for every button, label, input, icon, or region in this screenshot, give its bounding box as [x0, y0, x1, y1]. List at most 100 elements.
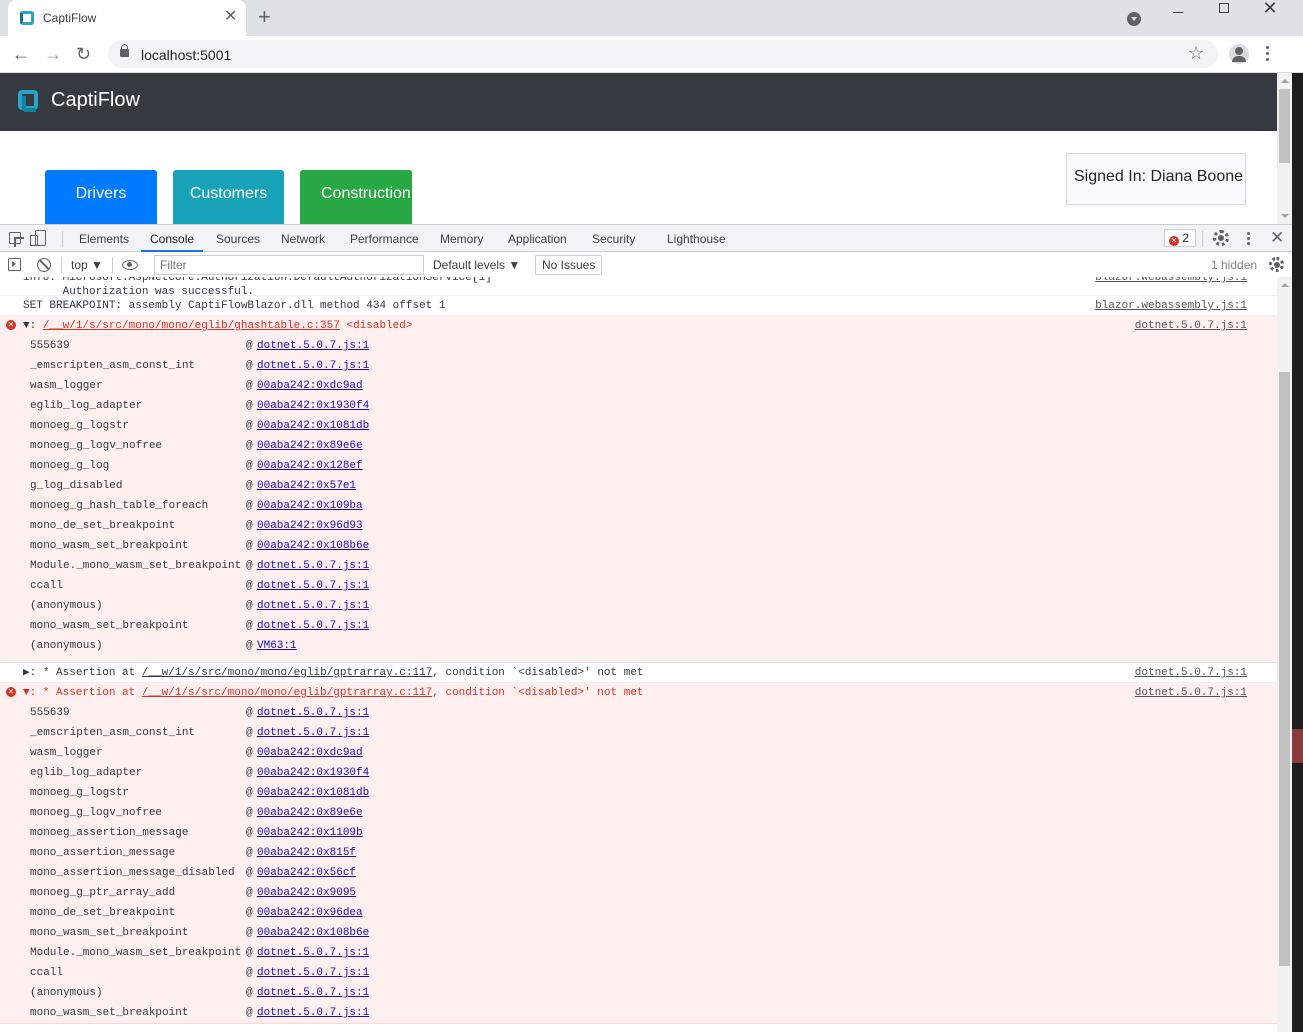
frame-location-link[interactable]: VM63:1 — [257, 636, 297, 656]
frame-location-link[interactable]: 00aba242:0x108b6e — [257, 923, 369, 943]
frame-location-link[interactable]: 00aba242:0x89e6e — [257, 436, 363, 456]
frame-location-link[interactable]: dotnet.5.0.7.js:1 — [257, 616, 369, 636]
frame-location-link[interactable]: 00aba242:0xdc9ad — [257, 376, 363, 396]
frame-location-link[interactable]: dotnet.5.0.7.js:1 — [257, 943, 369, 963]
minimize-button[interactable] — [1155, 0, 1201, 30]
tab-memory[interactable]: Memory — [440, 225, 483, 252]
source-link[interactable]: dotnet.5.0.7.js:1 — [1135, 316, 1247, 336]
tab-application[interactable]: Application — [508, 225, 567, 252]
frame-location-link[interactable]: 00aba242:0x1081db — [257, 416, 369, 436]
console-message[interactable]: info: Microsoft.AspNetCore.Authorization… — [0, 277, 1277, 298]
devtools-close-icon[interactable]: ✕ — [1270, 228, 1284, 248]
scroll-thumb[interactable] — [1279, 372, 1290, 966]
console-message[interactable]: SET BREAKPOINT: assembly CaptiFlowBlazor… — [0, 296, 1277, 316]
scroll-down-icon[interactable] — [1281, 214, 1289, 218]
browser-tab[interactable]: CaptiFlow ✕ — [8, 0, 246, 36]
customers-tile[interactable]: Customers — [173, 170, 284, 224]
frame-location-link[interactable]: dotnet.5.0.7.js:1 — [257, 1003, 369, 1023]
reload-button[interactable]: ↻ — [76, 44, 91, 64]
construction-tile[interactable]: Construction — [300, 170, 412, 224]
frame-location-link[interactable]: 00aba242:0x1109b — [257, 823, 363, 843]
frame-location-link[interactable]: dotnet.5.0.7.js:1 — [257, 556, 369, 576]
console-settings-icon[interactable] — [1269, 257, 1284, 272]
frame-location-link[interactable]: 00aba242:0x56cf — [257, 863, 356, 883]
tab-search-icon[interactable] — [1127, 12, 1141, 26]
source-link[interactable]: dotnet.5.0.7.js:1 — [1135, 663, 1247, 683]
account-icon[interactable] — [1229, 44, 1249, 64]
device-toolbar-icon[interactable] — [30, 230, 46, 246]
frame-location-link[interactable]: 00aba242:0x815f — [257, 843, 356, 863]
frame-location-link[interactable]: dotnet.5.0.7.js:1 — [257, 336, 369, 356]
tab-close-icon[interactable]: ✕ — [224, 9, 237, 25]
error-header[interactable]: ▼: * Assertion at /__w/1/s/src/mono/mono… — [0, 683, 1277, 703]
tab-security[interactable]: Security — [592, 225, 635, 252]
live-expression-eye-icon[interactable] — [122, 260, 138, 270]
source-link[interactable]: blazor.webassembly.js:1 — [1095, 277, 1247, 285]
frame-location-link[interactable]: dotnet.5.0.7.js:1 — [257, 356, 369, 376]
error-file-link[interactable]: /__w/1/s/src/mono/mono/eglib/ghashtable.… — [43, 320, 340, 332]
tab-performance[interactable]: Performance — [350, 225, 419, 252]
error-count-badge[interactable]: ✕ 2 — [1164, 229, 1196, 247]
console-filter-input[interactable] — [154, 255, 424, 275]
frame-location-link[interactable]: dotnet.5.0.7.js:1 — [257, 576, 369, 596]
tab-network[interactable]: Network — [281, 225, 325, 252]
page-scrollbar[interactable] — [1277, 73, 1292, 224]
lock-icon[interactable] — [120, 44, 129, 57]
error-file-link[interactable]: /__w/1/s/src/mono/mono/eglib/gptrarray.c… — [142, 667, 432, 679]
console-message[interactable]: ▶: * Assertion at /__w/1/s/src/mono/mono… — [0, 663, 1277, 683]
tab-sources[interactable]: Sources — [216, 225, 260, 252]
source-link[interactable]: dotnet.5.0.7.js:1 — [1135, 683, 1247, 703]
inspect-element-icon[interactable] — [9, 232, 24, 247]
frame-location-link[interactable]: dotnet.5.0.7.js:1 — [257, 723, 369, 743]
address-bar[interactable]: localhost:5001 ☆ — [108, 40, 1218, 68]
frame-location-link[interactable]: 00aba242:0x9095 — [257, 883, 356, 903]
error-file-link[interactable]: /__w/1/s/src/mono/mono/eglib/gptrarray.c… — [142, 687, 432, 699]
new-tab-button[interactable]: + — [258, 6, 271, 28]
url-text[interactable]: localhost:5001 — [141, 47, 231, 63]
issues-button[interactable]: No Issues — [535, 255, 603, 275]
tab-console[interactable]: Console — [141, 225, 204, 252]
tab-elements[interactable]: Elements — [79, 225, 129, 252]
stack-frame: monoeg_g_logv_nofree @00aba242:0x89e6e — [0, 436, 1277, 456]
frame-location-link[interactable]: dotnet.5.0.7.js:1 — [257, 703, 369, 723]
frame-location-link[interactable]: 00aba242:0x96d93 — [257, 516, 363, 536]
show-sidebar-icon[interactable] — [8, 258, 21, 271]
context-selector[interactable]: top ▼ — [71, 258, 103, 272]
frame-location-link[interactable]: 00aba242:0x57e1 — [257, 476, 356, 496]
frame-location-link[interactable]: 00aba242:0x108b6e — [257, 536, 369, 556]
devtools-settings-icon[interactable] — [1213, 230, 1229, 246]
back-button[interactable]: ← — [12, 44, 30, 64]
source-link[interactable]: blazor.webassembly.js:1 — [1095, 296, 1247, 316]
tab-lighthouse[interactable]: Lighthouse — [667, 225, 726, 252]
scroll-up-icon[interactable] — [1281, 283, 1289, 287]
log-levels-dropdown[interactable]: Default levels ▼ — [433, 258, 520, 272]
console-scrollbar[interactable] — [1277, 277, 1292, 1032]
scroll-thumb[interactable] — [1279, 89, 1290, 163]
frame-location-link[interactable]: dotnet.5.0.7.js:1 — [257, 963, 369, 983]
frame-location-link[interactable]: 00aba242:0x128ef — [257, 456, 363, 476]
console-error[interactable]: ✕ ▼: * Assertion at /__w/1/s/src/mono/mo… — [0, 683, 1277, 1024]
captiflow-logo-icon[interactable] — [18, 90, 40, 114]
frame-location-link[interactable]: 00aba242:0x1081db — [257, 783, 369, 803]
window-close-button[interactable]: ✕ — [1247, 0, 1293, 30]
frame-location-link[interactable]: 00aba242:0xdc9ad — [257, 743, 363, 763]
console-error[interactable]: ✕ ▼: /__w/1/s/src/mono/mono/eglib/ghasht… — [0, 316, 1277, 663]
bookmark-star-icon[interactable]: ☆ — [1188, 43, 1204, 64]
frame-location-link[interactable]: 00aba242:0x96dea — [257, 903, 363, 923]
maximize-button[interactable] — [1201, 0, 1247, 30]
error-header[interactable]: ▼: /__w/1/s/src/mono/mono/eglib/ghashtab… — [0, 316, 1277, 336]
drivers-tile[interactable]: Drivers — [45, 170, 157, 224]
devtools-more-icon[interactable] — [1247, 231, 1251, 247]
app-brand[interactable]: CaptiFlow — [51, 89, 140, 112]
collapsed-error[interactable]: ▶: * Assertion at /__w/1/s/src/mono/mono… — [0, 663, 1277, 683]
frame-location-link[interactable]: dotnet.5.0.7.js:1 — [257, 983, 369, 1003]
frame-location-link[interactable]: 00aba242:0x1930f4 — [257, 396, 369, 416]
frame-location-link[interactable]: 00aba242:0x109ba — [257, 496, 363, 516]
frame-location-link[interactable]: dotnet.5.0.7.js:1 — [257, 596, 369, 616]
browser-menu-icon[interactable] — [1266, 44, 1270, 64]
frame-location-link[interactable]: 00aba242:0x1930f4 — [257, 763, 369, 783]
scroll-up-icon[interactable] — [1281, 79, 1289, 83]
frame-location-link[interactable]: 00aba242:0x89e6e — [257, 803, 363, 823]
forward-button[interactable]: → — [44, 44, 62, 64]
clear-console-icon[interactable] — [37, 258, 51, 272]
